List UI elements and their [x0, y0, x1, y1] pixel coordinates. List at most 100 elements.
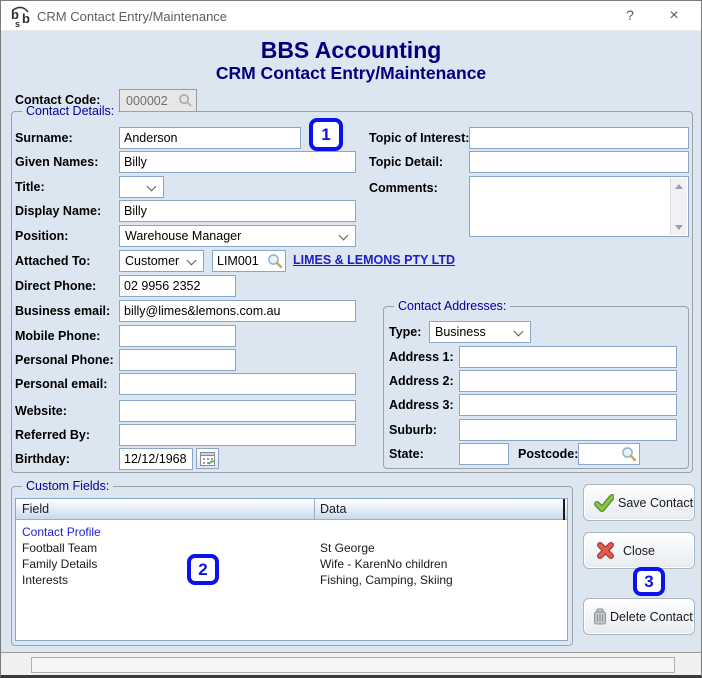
status-bar [1, 652, 701, 675]
personal-email-label: Personal email: [15, 377, 108, 391]
postcode-lookup-icon[interactable] [621, 446, 637, 462]
trash-icon [594, 608, 606, 625]
contact-details-legend: Contact Details: [22, 104, 119, 118]
column-header-data[interactable]: Data [320, 502, 346, 516]
personal-phone-label: Personal Phone: [15, 353, 114, 367]
row-field[interactable]: Contact Profile [22, 525, 101, 539]
status-message-area [31, 657, 675, 673]
suburb-input[interactable] [459, 419, 677, 441]
address2-label: Address 2: [389, 374, 454, 388]
address-type-select[interactable]: Business [429, 321, 531, 343]
annotation-marker-2: 2 [187, 554, 219, 585]
column-divider[interactable] [314, 499, 315, 520]
contact-code-field: 000002 [119, 89, 197, 112]
address3-input[interactable] [459, 394, 677, 416]
topic-of-interest-input[interactable] [469, 127, 689, 149]
help-button[interactable]: ? [617, 7, 643, 25]
address3-label: Address 3: [389, 398, 454, 412]
business-email-label: Business email: [15, 304, 111, 318]
website-input[interactable] [119, 400, 356, 422]
title-select[interactable] [119, 176, 164, 198]
chevron-down-icon [186, 255, 197, 266]
referred-by-input[interactable] [119, 424, 356, 446]
title-label: Title: [15, 180, 45, 194]
position-select[interactable]: Warehouse Manager [119, 225, 356, 247]
save-contact-label: Save Contact [618, 496, 694, 510]
personal-email-input[interactable] [119, 373, 356, 395]
table-row[interactable]: Football Team St George [16, 540, 567, 556]
surname-label: Surname: [15, 131, 73, 145]
given-names-input[interactable] [119, 151, 356, 173]
table-row[interactable]: Family Details Wife - KarenNo children [16, 556, 567, 572]
row-field[interactable]: Football Team [22, 541, 97, 555]
attached-entity-link[interactable]: LIMES & LEMONS PTY LTD [293, 253, 455, 267]
contact-code-lookup-icon[interactable] [178, 93, 193, 108]
custom-fields-header: Field Data [16, 499, 567, 520]
table-row[interactable]: Interests Fishing, Camping, Skiing [16, 572, 567, 588]
topic-of-interest-label: Topic of Interest: [369, 131, 470, 145]
chevron-down-icon [146, 181, 157, 192]
svg-text:b: b [22, 11, 30, 26]
green-check-icon [594, 494, 614, 512]
chevron-down-icon [513, 326, 524, 337]
attached-to-code-lookup [212, 250, 286, 272]
row-field[interactable]: Family Details [22, 557, 97, 571]
address1-label: Address 1: [389, 350, 454, 364]
annotation-marker-1: 1 [309, 118, 343, 151]
row-data: St George [320, 541, 375, 555]
table-row[interactable]: Contact Profile [16, 524, 567, 540]
attached-to-lookup-icon[interactable] [267, 253, 283, 269]
custom-fields-legend: Custom Fields: [22, 479, 114, 493]
personal-phone-input[interactable] [119, 349, 236, 371]
suburb-label: Suburb: [389, 423, 437, 437]
display-name-input[interactable] [119, 200, 356, 222]
titlebar: b s b CRM Contact Entry/Maintenance ? × [1, 1, 701, 31]
crm-contact-window: b s b CRM Contact Entry/Maintenance ? × … [0, 0, 702, 678]
postcode-lookup [578, 443, 640, 465]
given-names-label: Given Names: [15, 155, 99, 169]
column-header-field[interactable]: Field [22, 502, 49, 516]
birthday-input[interactable] [119, 448, 193, 470]
mobile-phone-input[interactable] [119, 325, 236, 347]
address2-input[interactable] [459, 370, 677, 392]
birthday-calendar-button[interactable] [196, 448, 219, 469]
close-window-button[interactable]: × [661, 7, 687, 25]
save-contact-button[interactable]: Save Contact [583, 484, 695, 521]
app-logo-icon: b s b [11, 6, 30, 29]
state-input[interactable] [459, 443, 509, 465]
scroll-down-icon[interactable] [671, 219, 687, 235]
mobile-phone-label: Mobile Phone: [15, 329, 101, 343]
address1-input[interactable] [459, 346, 677, 368]
contact-code-value: 000002 [126, 94, 168, 108]
scroll-up-icon[interactable] [671, 178, 687, 194]
calendar-icon [200, 452, 215, 466]
topic-detail-input[interactable] [469, 151, 689, 173]
attached-to-label: Attached To: [15, 254, 91, 268]
comments-scrollbar[interactable] [670, 178, 687, 235]
birthday-label: Birthday: [15, 452, 70, 466]
attached-to-type-value: Customer [125, 254, 180, 268]
chevron-down-icon [338, 230, 349, 241]
attached-to-type-select[interactable]: Customer [119, 250, 204, 272]
comments-textarea[interactable] [469, 176, 689, 237]
position-label: Position: [15, 229, 69, 243]
window-title: CRM Contact Entry/Maintenance [37, 9, 228, 24]
surname-input[interactable] [119, 127, 301, 149]
website-label: Website: [15, 404, 67, 418]
position-select-value: Warehouse Manager [125, 229, 242, 243]
app-heading: BBS Accounting [260, 37, 442, 63]
row-data: Fishing, Camping, Skiing [320, 573, 453, 587]
close-label: Close [623, 544, 655, 558]
svg-text:s: s [15, 19, 20, 29]
comments-label: Comments: [369, 181, 438, 195]
referred-by-label: Referred By: [15, 428, 91, 442]
address-type-label: Type: [389, 325, 422, 339]
display-name-label: Display Name: [15, 204, 102, 218]
business-email-input[interactable] [119, 300, 356, 322]
row-field[interactable]: Interests [22, 573, 68, 587]
delete-contact-button[interactable]: Delete Contact [583, 598, 695, 635]
close-button[interactable]: Close [583, 532, 695, 569]
header-end-marker [563, 499, 565, 520]
direct-phone-input[interactable] [119, 275, 236, 297]
direct-phone-label: Direct Phone: [15, 279, 97, 293]
